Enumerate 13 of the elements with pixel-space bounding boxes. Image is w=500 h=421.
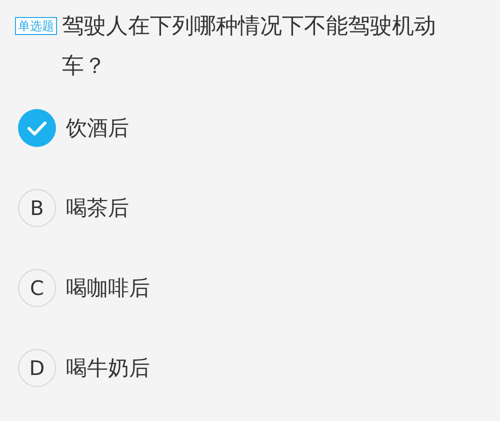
option-letter: B [18, 189, 56, 227]
option-text: 喝咖啡后 [66, 275, 150, 302]
question-type-tag: 单选题 [15, 17, 57, 35]
option-text: 饮酒后 [66, 115, 129, 142]
question-text: 驾驶人在下列哪种情况下不能驾驶机动车？ [62, 13, 437, 81]
answer-option[interactable]: 饮酒后 [18, 109, 500, 147]
option-text: 喝牛奶后 [66, 355, 150, 382]
option-text: 喝茶后 [66, 195, 129, 222]
option-letter: D [18, 349, 56, 387]
answer-option[interactable]: B 喝茶后 [18, 189, 500, 227]
answer-option[interactable]: D 喝牛奶后 [18, 349, 500, 387]
option-letter: C [18, 269, 56, 307]
answer-option[interactable]: C 喝咖啡后 [18, 269, 500, 307]
